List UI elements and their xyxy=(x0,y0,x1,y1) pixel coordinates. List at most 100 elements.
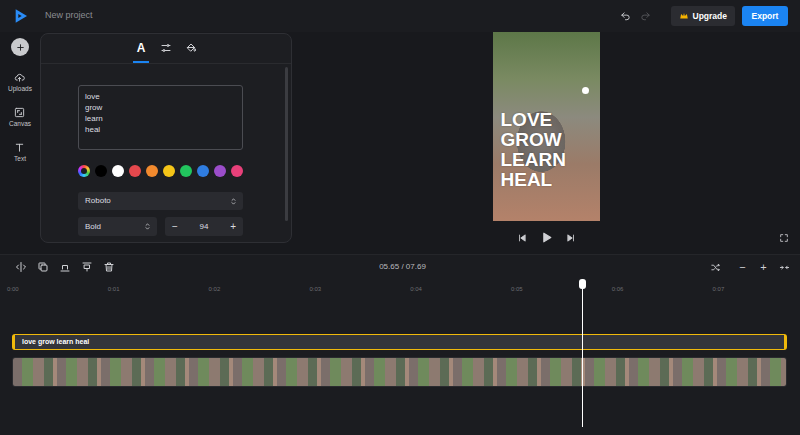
weight-select[interactable]: Bold xyxy=(78,217,157,236)
redo-icon[interactable] xyxy=(640,11,651,22)
tick-label: 0:02 xyxy=(209,286,221,292)
upgrade-button[interactable]: Upgrade xyxy=(671,6,735,26)
upgrade-label: Upgrade xyxy=(693,10,727,23)
ruler-tick: 0:00 xyxy=(12,279,113,299)
color-swatch[interactable] xyxy=(214,165,226,177)
logo-icon[interactable] xyxy=(13,8,29,24)
trash-icon[interactable] xyxy=(103,261,115,273)
fullscreen-icon[interactable] xyxy=(779,233,800,243)
size-decrease[interactable]: − xyxy=(172,219,178,234)
tick-label: 0:07 xyxy=(713,286,725,292)
size-increase[interactable]: + xyxy=(230,219,236,234)
timeline-lanes: 0:000:010:020:030:040:050:060:07love gro… xyxy=(12,279,787,435)
text-input[interactable]: love grow learn heal xyxy=(78,85,243,150)
sidebar: Uploads Canvas Text xyxy=(0,32,40,254)
sliders-icon xyxy=(160,42,172,54)
text-track[interactable]: love grow learn heal xyxy=(12,334,787,350)
ruler-tick: 0:01 xyxy=(113,279,214,299)
font-select[interactable]: Roboto xyxy=(78,192,243,210)
font-value: Roboto xyxy=(85,195,111,207)
trim-icon[interactable] xyxy=(59,261,71,273)
color-swatch[interactable] xyxy=(146,165,158,177)
sidebar-item[interactable]: Uploads xyxy=(8,72,32,92)
panel-scrollbar[interactable] xyxy=(285,67,288,221)
sidebar-item[interactable]: Text xyxy=(14,142,26,162)
video-track[interactable] xyxy=(12,357,787,387)
sidebar-label: Text xyxy=(14,155,26,162)
text-icon xyxy=(14,142,25,153)
color-swatch[interactable] xyxy=(129,165,141,177)
next-icon[interactable] xyxy=(566,233,576,243)
zoom-out-button[interactable]: − xyxy=(737,262,748,273)
color-swatches xyxy=(78,165,243,177)
undo-icon[interactable] xyxy=(620,11,631,22)
previous-icon[interactable] xyxy=(517,233,527,243)
resize-handle[interactable] xyxy=(582,87,589,94)
split-icon[interactable] xyxy=(15,261,27,273)
panel-tabs: A xyxy=(41,34,291,64)
size-value[interactable]: 94 xyxy=(200,221,209,233)
preview-area: LOVEGROWLEARNHEAL xyxy=(292,32,800,254)
tick-label: 0:03 xyxy=(309,286,321,292)
panel-content: love grow learn heal Roboto Bold − 94 + xyxy=(41,64,243,242)
color-swatch[interactable] xyxy=(231,165,243,177)
video-editor: New project Upgrade Export Uploads Canvas Tex… xyxy=(0,0,800,435)
panel-tab[interactable]: A xyxy=(133,34,149,63)
color-swatch[interactable] xyxy=(112,165,124,177)
timeline: 05.65 / 07.69−+0:000:010:020:030:040:050… xyxy=(0,254,800,435)
text-panel: Alove grow learn heal Roboto Bold − 94 + xyxy=(40,33,292,243)
overlay-line: GROW xyxy=(501,130,566,150)
tick-label: 0:06 xyxy=(612,286,624,292)
weight-value: Bold xyxy=(85,221,101,233)
color-swatch[interactable] xyxy=(163,165,175,177)
color-swatch[interactable] xyxy=(95,165,107,177)
playhead-handle[interactable] xyxy=(579,279,586,289)
workspace: Uploads Canvas Text Alove grow learn heal Ro… xyxy=(0,32,800,254)
ruler-tick: 0:02 xyxy=(214,279,315,299)
chevron-icon xyxy=(229,197,238,206)
overlay-line: LEARN xyxy=(501,150,566,170)
text-overlay[interactable]: LOVEGROWLEARNHEAL xyxy=(501,110,566,190)
fit-icon[interactable] xyxy=(779,262,790,273)
tick-label: 0:05 xyxy=(511,286,523,292)
zoom-in-button[interactable]: + xyxy=(758,262,769,273)
sidebar-label: Uploads xyxy=(8,85,32,92)
ruler-tick: 0:06 xyxy=(617,279,718,299)
chevron-icon xyxy=(143,222,152,231)
tick-label: 0:04 xyxy=(410,286,422,292)
plus-icon xyxy=(15,42,26,53)
ruler-tick: 0:03 xyxy=(314,279,415,299)
size-stepper: − 94 + xyxy=(165,217,243,236)
panel-tab[interactable] xyxy=(158,34,174,63)
playback-buttons xyxy=(517,231,576,244)
panel-tab[interactable] xyxy=(183,34,199,63)
timeline-tools xyxy=(15,261,379,273)
track-label: love grow learn heal xyxy=(22,338,89,345)
color-swatch[interactable] xyxy=(197,165,209,177)
add-button[interactable] xyxy=(11,38,29,56)
upload-icon xyxy=(14,72,25,83)
ruler-tick: 0:04 xyxy=(415,279,516,299)
panel-body: love grow learn heal Roboto Bold − 94 + xyxy=(41,64,291,242)
detach-icon[interactable] xyxy=(81,261,93,273)
color-swatch[interactable] xyxy=(180,165,192,177)
text-tab-letter: A xyxy=(137,39,146,57)
sidebar-item[interactable]: Canvas xyxy=(9,107,31,127)
header-actions: Upgrade Export xyxy=(620,6,788,26)
canvas-icon xyxy=(14,107,25,118)
play-icon[interactable] xyxy=(540,231,553,244)
export-button[interactable]: Export xyxy=(742,6,788,26)
tick-label: 0:01 xyxy=(108,286,120,292)
video-preview[interactable]: LOVEGROWLEARNHEAL xyxy=(493,32,600,221)
player-controls xyxy=(292,221,800,254)
time-display: 05.65 / 07.69 xyxy=(379,261,426,273)
color-picker[interactable] xyxy=(78,165,90,177)
sidebar-label: Canvas xyxy=(9,120,31,127)
playhead[interactable] xyxy=(582,279,583,427)
duplicate-icon[interactable] xyxy=(37,261,49,273)
top-bar: New project Upgrade Export xyxy=(0,0,800,32)
zoom-tools: −+ xyxy=(426,262,790,273)
swap-icon[interactable] xyxy=(710,262,721,273)
ruler-tick: 0:07 xyxy=(718,279,800,299)
project-title[interactable]: New project xyxy=(45,9,93,23)
